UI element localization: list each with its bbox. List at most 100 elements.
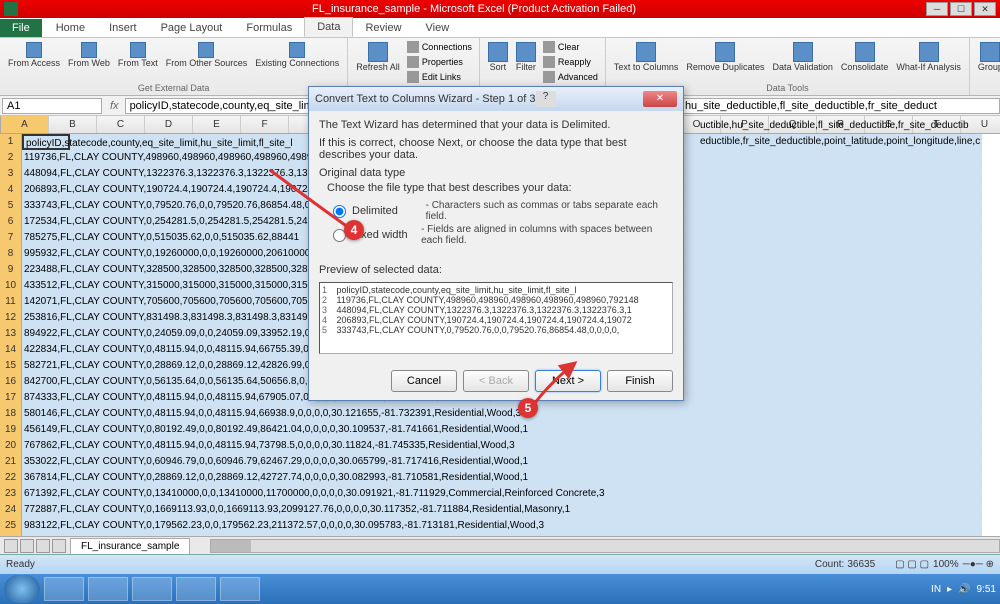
row-header[interactable]: 5 bbox=[0, 198, 22, 214]
cell[interactable]: 785275,FL,CLAY COUNTY,0,515035.62,0,0,51… bbox=[22, 230, 70, 246]
row-header[interactable]: 16 bbox=[0, 374, 22, 390]
task-excel[interactable] bbox=[176, 577, 216, 601]
system-tray[interactable]: IN ▸ 🔊 9:51 bbox=[931, 584, 996, 595]
row-header[interactable]: 9 bbox=[0, 262, 22, 278]
tab-view[interactable]: View bbox=[414, 19, 462, 37]
cell[interactable]: 206893,FL,CLAY COUNTY,190724.4,190724.4,… bbox=[22, 182, 70, 198]
horizontal-scrollbar[interactable] bbox=[210, 539, 1000, 553]
row-header[interactable]: 11 bbox=[0, 294, 22, 310]
restore-button[interactable]: ☐ bbox=[950, 2, 972, 16]
cell[interactable]: 223488,FL,CLAY COUNTY,328500,328500,3285… bbox=[22, 262, 70, 278]
remove-duplicates-button[interactable]: Remove Duplicates bbox=[684, 40, 766, 74]
task-explorer[interactable] bbox=[88, 577, 128, 601]
row-header[interactable]: 22 bbox=[0, 470, 22, 486]
cell[interactable]: 448094,FL,CLAY COUNTY,1322376.3,1322376.… bbox=[22, 166, 70, 182]
row-header[interactable]: 21 bbox=[0, 454, 22, 470]
from-other-sources-button[interactable]: From Other Sources bbox=[164, 40, 250, 70]
filter-button[interactable]: Filter bbox=[514, 40, 538, 74]
cell[interactable]: 333743,FL,CLAY COUNTY,0,79520.76,0,0,795… bbox=[22, 198, 70, 214]
row-header[interactable]: 25 bbox=[0, 518, 22, 534]
finish-button[interactable]: Finish bbox=[607, 370, 673, 392]
cell[interactable]: 353022,FL,CLAY COUNTY,0,60946.79,0,0,609… bbox=[22, 454, 70, 470]
minimize-button[interactable]: ─ bbox=[926, 2, 948, 16]
reapply-button[interactable]: Reapply bbox=[542, 55, 599, 69]
row-header[interactable]: 20 bbox=[0, 438, 22, 454]
cell[interactable]: 119736,FL,CLAY COUNTY,498960,498960,4989… bbox=[22, 150, 70, 166]
row-header[interactable]: 19 bbox=[0, 422, 22, 438]
advanced-button[interactable]: Advanced bbox=[542, 70, 599, 84]
cell[interactable]: 172534,FL,CLAY COUNTY,0,254281.5,0,25428… bbox=[22, 214, 70, 230]
cell[interactable]: 422834,FL,CLAY COUNTY,0,48115.94,0,0,481… bbox=[22, 342, 70, 358]
row-header[interactable]: 18 bbox=[0, 406, 22, 422]
cell[interactable]: 842700,FL,CLAY COUNTY,0,56135.64,0,0,561… bbox=[22, 374, 70, 390]
tab-insert[interactable]: Insert bbox=[97, 19, 149, 37]
name-box[interactable]: A1 bbox=[2, 98, 102, 114]
task-ie[interactable] bbox=[44, 577, 84, 601]
tab-home[interactable]: Home bbox=[44, 19, 97, 37]
cell[interactable]: 874333,FL,CLAY COUNTY,0,48115.94,0,0,481… bbox=[22, 390, 70, 406]
cell[interactable]: 983122,FL,CLAY COUNTY,0,179562.23,0,0,17… bbox=[22, 518, 70, 534]
what-if-button[interactable]: What-If Analysis bbox=[894, 40, 963, 74]
col-header-E[interactable]: E bbox=[193, 116, 241, 133]
data-validation-button[interactable]: Data Validation bbox=[770, 40, 834, 74]
cell[interactable]: 894922,FL,CLAY COUNTY,0,24059.09,0,0,240… bbox=[22, 326, 70, 342]
row-header[interactable]: 23 bbox=[0, 486, 22, 502]
row-header[interactable]: 26 bbox=[0, 534, 22, 536]
cell[interactable]: 772887,FL,CLAY COUNTY,0,1669113.93,0,0,1… bbox=[22, 502, 70, 518]
row-header[interactable]: 8 bbox=[0, 246, 22, 262]
cell[interactable]: 934215,FL,CLAY COUNTY,0,177744.16,0,0,17… bbox=[22, 534, 70, 536]
cell[interactable]: 433512,FL,CLAY COUNTY,315000,315000,3150… bbox=[22, 278, 70, 294]
tab-data[interactable]: Data bbox=[304, 17, 353, 37]
row-header[interactable]: 15 bbox=[0, 358, 22, 374]
cell[interactable]: 367814,FL,CLAY COUNTY,0,28869.12,0,0,288… bbox=[22, 470, 70, 486]
tab-formulas[interactable]: Formulas bbox=[234, 19, 304, 37]
row-header[interactable]: 7 bbox=[0, 230, 22, 246]
cell[interactable]: 580146,FL,CLAY COUNTY,0,48115.94,0,0,481… bbox=[22, 406, 70, 422]
row-header[interactable]: 1 bbox=[0, 134, 22, 150]
col-header-C[interactable]: C bbox=[97, 116, 145, 133]
delimited-radio[interactable] bbox=[333, 205, 346, 218]
row-header[interactable]: 12 bbox=[0, 310, 22, 326]
cell[interactable]: 253816,FL,CLAY COUNTY,831498.3,831498.3,… bbox=[22, 310, 70, 326]
tab-page-layout[interactable]: Page Layout bbox=[149, 19, 235, 37]
sheet-nav-last[interactable] bbox=[52, 539, 66, 553]
row-header[interactable]: 3 bbox=[0, 166, 22, 182]
cell[interactable]: 995932,FL,CLAY COUNTY,0,19260000,0,0,192… bbox=[22, 246, 70, 262]
dialog-titlebar[interactable]: Convert Text to Columns Wizard - Step 1 … bbox=[309, 87, 683, 111]
from-access-button[interactable]: From Access bbox=[6, 40, 62, 70]
sheet-nav-next[interactable] bbox=[36, 539, 50, 553]
preview-box[interactable]: 1 policyID,statecode,county,eq_site_limi… bbox=[319, 282, 673, 354]
col-header-D[interactable]: D bbox=[145, 116, 193, 133]
tab-review[interactable]: Review bbox=[353, 19, 413, 37]
connections-button[interactable]: Connections bbox=[406, 40, 473, 54]
sheet-nav-prev[interactable] bbox=[20, 539, 34, 553]
start-button[interactable] bbox=[4, 575, 40, 603]
row-header[interactable]: 6 bbox=[0, 214, 22, 230]
edit-links-button[interactable]: Edit Links bbox=[406, 70, 473, 84]
dialog-help-button[interactable]: ? bbox=[536, 91, 556, 107]
back-button[interactable]: < Back bbox=[463, 370, 529, 392]
next-button[interactable]: Next > bbox=[535, 370, 601, 392]
zoom-controls[interactable]: ▢ ▢ ▢ 100% ─●─ ⊕ bbox=[895, 559, 994, 570]
col-header-B[interactable]: B bbox=[49, 116, 97, 133]
cell[interactable]: 767862,FL,CLAY COUNTY,0,48115.94,0,0,481… bbox=[22, 438, 70, 454]
row-header[interactable]: 2 bbox=[0, 150, 22, 166]
cell[interactable]: 671392,FL,CLAY COUNTY,0,13410000,0,0,134… bbox=[22, 486, 70, 502]
sheet-nav-first[interactable] bbox=[4, 539, 18, 553]
from-text-button[interactable]: From Text bbox=[116, 40, 160, 70]
row-header[interactable]: 13 bbox=[0, 326, 22, 342]
dialog-close-button[interactable]: ✕ bbox=[643, 91, 677, 107]
close-button[interactable]: ✕ bbox=[974, 2, 996, 16]
sheet-tab[interactable]: FL_insurance_sample bbox=[70, 538, 190, 554]
task-word[interactable] bbox=[220, 577, 260, 601]
cell[interactable]: 142071,FL,CLAY COUNTY,705600,705600,7056… bbox=[22, 294, 70, 310]
clear-button[interactable]: Clear bbox=[542, 40, 599, 54]
row-header[interactable]: 10 bbox=[0, 278, 22, 294]
consolidate-button[interactable]: Consolidate bbox=[839, 40, 891, 74]
col-header-F[interactable]: F bbox=[241, 116, 289, 133]
fx-icon[interactable]: fx bbox=[104, 100, 125, 112]
col-header-A[interactable]: A bbox=[1, 116, 49, 133]
from-web-button[interactable]: From Web bbox=[66, 40, 112, 70]
properties-button[interactable]: Properties bbox=[406, 55, 473, 69]
sort-button[interactable]: Sort bbox=[486, 40, 510, 74]
